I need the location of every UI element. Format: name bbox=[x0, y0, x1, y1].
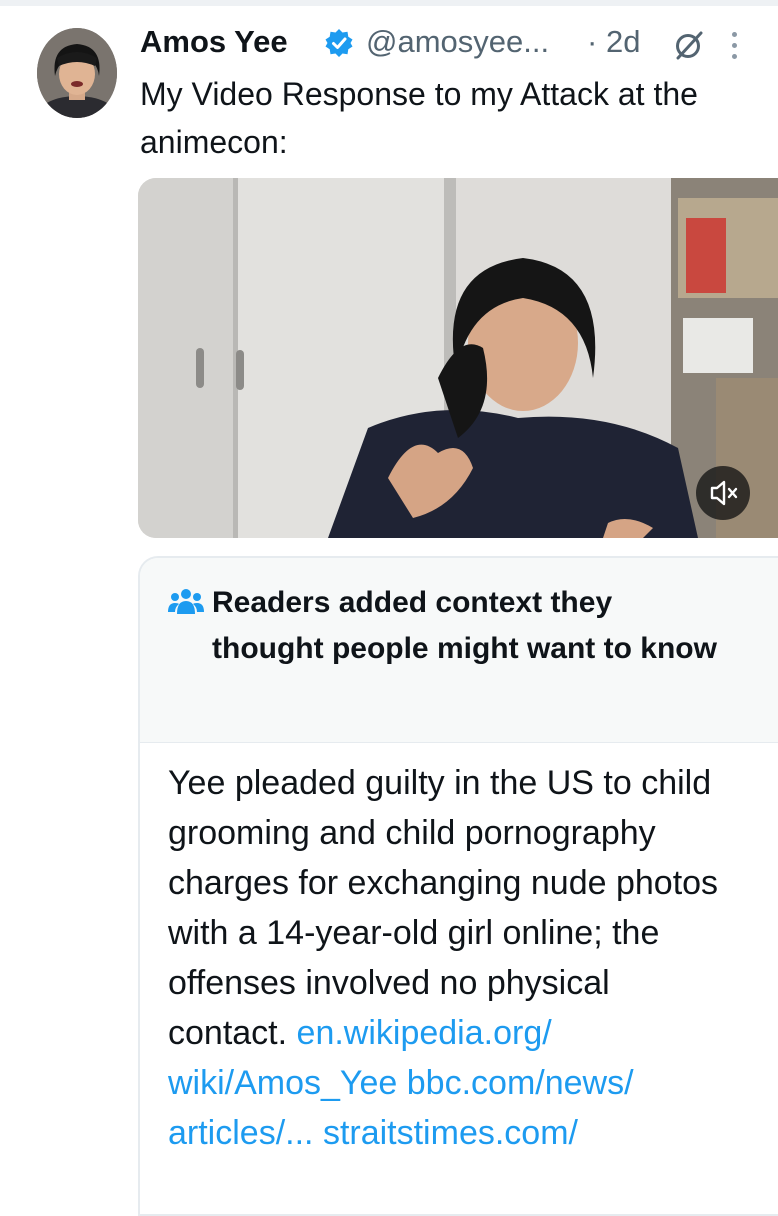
tweet-age[interactable]: 2d bbox=[606, 24, 640, 60]
community-note-text: Yee pleaded guilty in the US to child gr… bbox=[168, 764, 719, 1052]
mute-icon[interactable] bbox=[696, 466, 750, 520]
avatar[interactable] bbox=[37, 28, 117, 118]
top-edge bbox=[0, 0, 778, 6]
tweet-header: Amos Yee @amosyee... · 2d bbox=[140, 20, 740, 66]
community-note[interactable]: Readers added context they thought peopl… bbox=[138, 556, 778, 1216]
author-handle[interactable]: @amosyee... bbox=[366, 24, 549, 60]
more-icon[interactable] bbox=[724, 26, 744, 66]
verified-badge-icon[interactable] bbox=[324, 28, 354, 58]
note-link-straitstimes[interactable]: straitstimes.com/ bbox=[323, 1114, 578, 1152]
author-name[interactable]: Amos Yee bbox=[140, 24, 288, 60]
community-note-header: Readers added context they thought peopl… bbox=[140, 558, 778, 743]
community-note-title: Readers added context they thought peopl… bbox=[212, 586, 717, 665]
separator-dot: · bbox=[587, 24, 598, 59]
community-notes-icon bbox=[168, 586, 204, 618]
tweet-text: My Video Response to my Attack at the an… bbox=[140, 76, 698, 160]
grok-icon[interactable] bbox=[674, 30, 704, 60]
community-note-body: Yee pleaded guilty in the US to child gr… bbox=[168, 758, 728, 1158]
video-frame bbox=[138, 178, 778, 538]
video-player[interactable] bbox=[138, 178, 778, 538]
